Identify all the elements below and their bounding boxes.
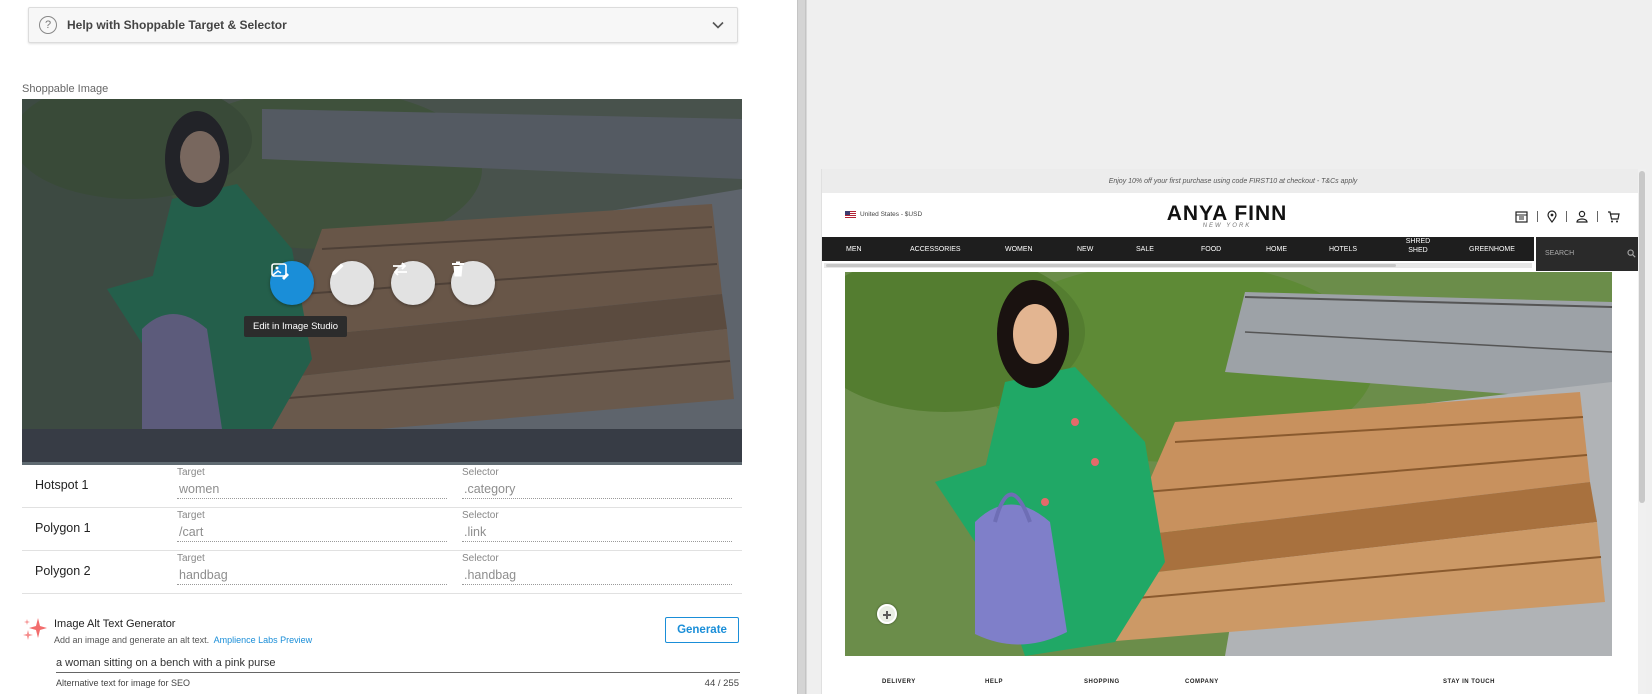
site-nav: MEN ACCESSORIES WOMEN NEW SALE FOOD HOME… xyxy=(822,237,1534,261)
target-input[interactable]: /cart xyxy=(177,523,447,542)
hotspot-name: Hotspot 1 xyxy=(35,478,89,492)
locale-selector[interactable]: United States - $USD xyxy=(845,211,922,218)
pane-divider[interactable] xyxy=(797,0,806,694)
character-count: 44 / 255 xyxy=(704,678,739,689)
target-label: Target xyxy=(177,553,205,564)
image-edit-icon xyxy=(271,263,289,280)
selector-label: Selector xyxy=(462,510,499,521)
generate-button[interactable]: Generate xyxy=(665,617,739,643)
shoppable-image[interactable]: Edit in Image Studio xyxy=(22,99,742,465)
chevron-down-icon[interactable] xyxy=(711,18,725,32)
nav-item-shred-shed[interactable]: SHRED SHED xyxy=(1404,237,1432,255)
help-accordion[interactable]: ? Help with Shoppable Target & Selector xyxy=(28,7,738,43)
site-header: United States - $USD ANYA FINN NEW YORK xyxy=(822,193,1643,237)
target-input[interactable]: women xyxy=(177,480,447,499)
site-footer: DELIVERY HELP SHOPPING COMPANY STAY IN T… xyxy=(822,679,1643,694)
editor-pane: ? Help with Shoppable Target & Selector … xyxy=(0,0,795,694)
alt-text-title: Image Alt Text Generator xyxy=(54,618,176,630)
alt-text-generator: Image Alt Text Generator Add an image an… xyxy=(22,612,742,694)
nav-scrollbar[interactable] xyxy=(824,263,1532,268)
nav-item-accessories[interactable]: ACCESSORIES xyxy=(910,245,961,254)
shoppable-image-label: Shoppable Image xyxy=(22,83,109,95)
help-title: Help with Shoppable Target & Selector xyxy=(67,18,287,32)
header-icons xyxy=(1515,210,1620,223)
swap-button[interactable] xyxy=(391,261,435,305)
nav-scrollbar-thumb[interactable] xyxy=(826,264,1396,267)
alt-text-subtitle-text: Add an image and generate an alt text. xyxy=(54,635,210,645)
divider xyxy=(1566,211,1567,222)
nav-item-home[interactable]: HOME xyxy=(1266,245,1287,254)
footer-link-delivery[interactable]: DELIVERY xyxy=(882,679,916,685)
delete-button[interactable] xyxy=(451,261,495,305)
nav-item-greenhome[interactable]: GREENHOME xyxy=(1469,245,1515,254)
sparkle-icon xyxy=(23,618,47,640)
target-label: Target xyxy=(177,467,205,478)
hotspot-marker[interactable] xyxy=(877,604,897,624)
image-overlay xyxy=(22,99,742,462)
selector-label: Selector xyxy=(462,467,499,478)
question-icon: ? xyxy=(39,16,57,34)
divider xyxy=(1597,211,1598,222)
selector-label: Selector xyxy=(462,553,499,564)
hotspot-table: Hotspot 1 Target women Selector .categor… xyxy=(22,465,742,594)
nav-item-men[interactable]: MEN xyxy=(846,245,862,254)
locale-label: United States - $USD xyxy=(860,211,923,218)
alt-text-subtitle: Add an image and generate an alt text. A… xyxy=(54,635,312,645)
location-pin-icon[interactable] xyxy=(1547,210,1557,223)
footer-link-stay-in-touch[interactable]: STAY IN TOUCH xyxy=(1443,679,1495,685)
search-placeholder: SEARCH xyxy=(1545,250,1575,257)
divider xyxy=(1537,211,1538,222)
us-flag-icon xyxy=(845,211,856,218)
labs-preview-link[interactable]: Amplience Labs Preview xyxy=(214,635,313,645)
target-field[interactable]: Target /cart xyxy=(177,510,447,542)
trash-icon xyxy=(452,261,464,277)
selector-field[interactable]: Selector .category xyxy=(462,467,732,499)
footer-link-shopping[interactable]: SHOPPING xyxy=(1084,679,1120,685)
hero-image[interactable] xyxy=(845,272,1612,656)
nav-item-food[interactable]: FOOD xyxy=(1201,245,1221,254)
nav-item-women[interactable]: WOMEN xyxy=(1005,245,1033,254)
selector-field[interactable]: Selector .handbag xyxy=(462,553,732,585)
selector-input[interactable]: .category xyxy=(462,480,732,499)
site-search[interactable]: SEARCH xyxy=(1536,237,1643,271)
hero-photo xyxy=(845,272,1612,656)
selector-field[interactable]: Selector .link xyxy=(462,510,732,542)
table-row: Hotspot 1 Target women Selector .categor… xyxy=(22,465,742,508)
target-field[interactable]: Target women xyxy=(177,467,447,499)
cart-icon[interactable] xyxy=(1607,210,1620,223)
tooltip: Edit in Image Studio xyxy=(244,316,348,337)
preview-scrollbar-thumb[interactable] xyxy=(1639,171,1645,503)
table-row: Polygon 2 Target handbag Selector .handb… xyxy=(22,551,742,594)
preview-frame: Enjoy 10% off your first purchase using … xyxy=(821,169,1643,694)
target-input[interactable]: handbag xyxy=(177,566,447,585)
preview-scrollbar[interactable] xyxy=(1638,169,1646,694)
swap-icon xyxy=(393,262,407,276)
hotspot-name: Polygon 2 xyxy=(35,564,91,578)
search-icon xyxy=(1627,249,1636,258)
promo-bar: Enjoy 10% off your first purchase using … xyxy=(822,169,1643,193)
nav-item-sale[interactable]: SALE xyxy=(1136,245,1154,254)
user-icon[interactable] xyxy=(1576,210,1588,223)
hotspot-name: Polygon 1 xyxy=(35,521,91,535)
nav-item-hotels[interactable]: HOTELS xyxy=(1329,245,1357,254)
alt-text-input[interactable] xyxy=(56,654,740,673)
alt-text-helper: Alternative text for image for SEO xyxy=(56,678,191,688)
edit-in-image-studio-button[interactable] xyxy=(270,261,314,305)
preview-pane: Enjoy 10% off your first purchase using … xyxy=(806,0,1652,694)
nav-item-new[interactable]: NEW xyxy=(1077,245,1093,254)
footer-link-help[interactable]: HELP xyxy=(985,679,1003,685)
table-row: Polygon 1 Target /cart Selector .link xyxy=(22,508,742,551)
target-field[interactable]: Target handbag xyxy=(177,553,447,585)
brand-subtitle: NEW YORK xyxy=(1202,223,1252,229)
pencil-icon xyxy=(332,263,344,275)
footer-link-company[interactable]: COMPANY xyxy=(1185,679,1219,685)
edit-button[interactable] xyxy=(330,261,374,305)
selector-input[interactable]: .link xyxy=(462,523,732,542)
target-label: Target xyxy=(177,510,205,521)
selector-input[interactable]: .handbag xyxy=(462,566,732,585)
store-icon[interactable] xyxy=(1515,210,1528,223)
